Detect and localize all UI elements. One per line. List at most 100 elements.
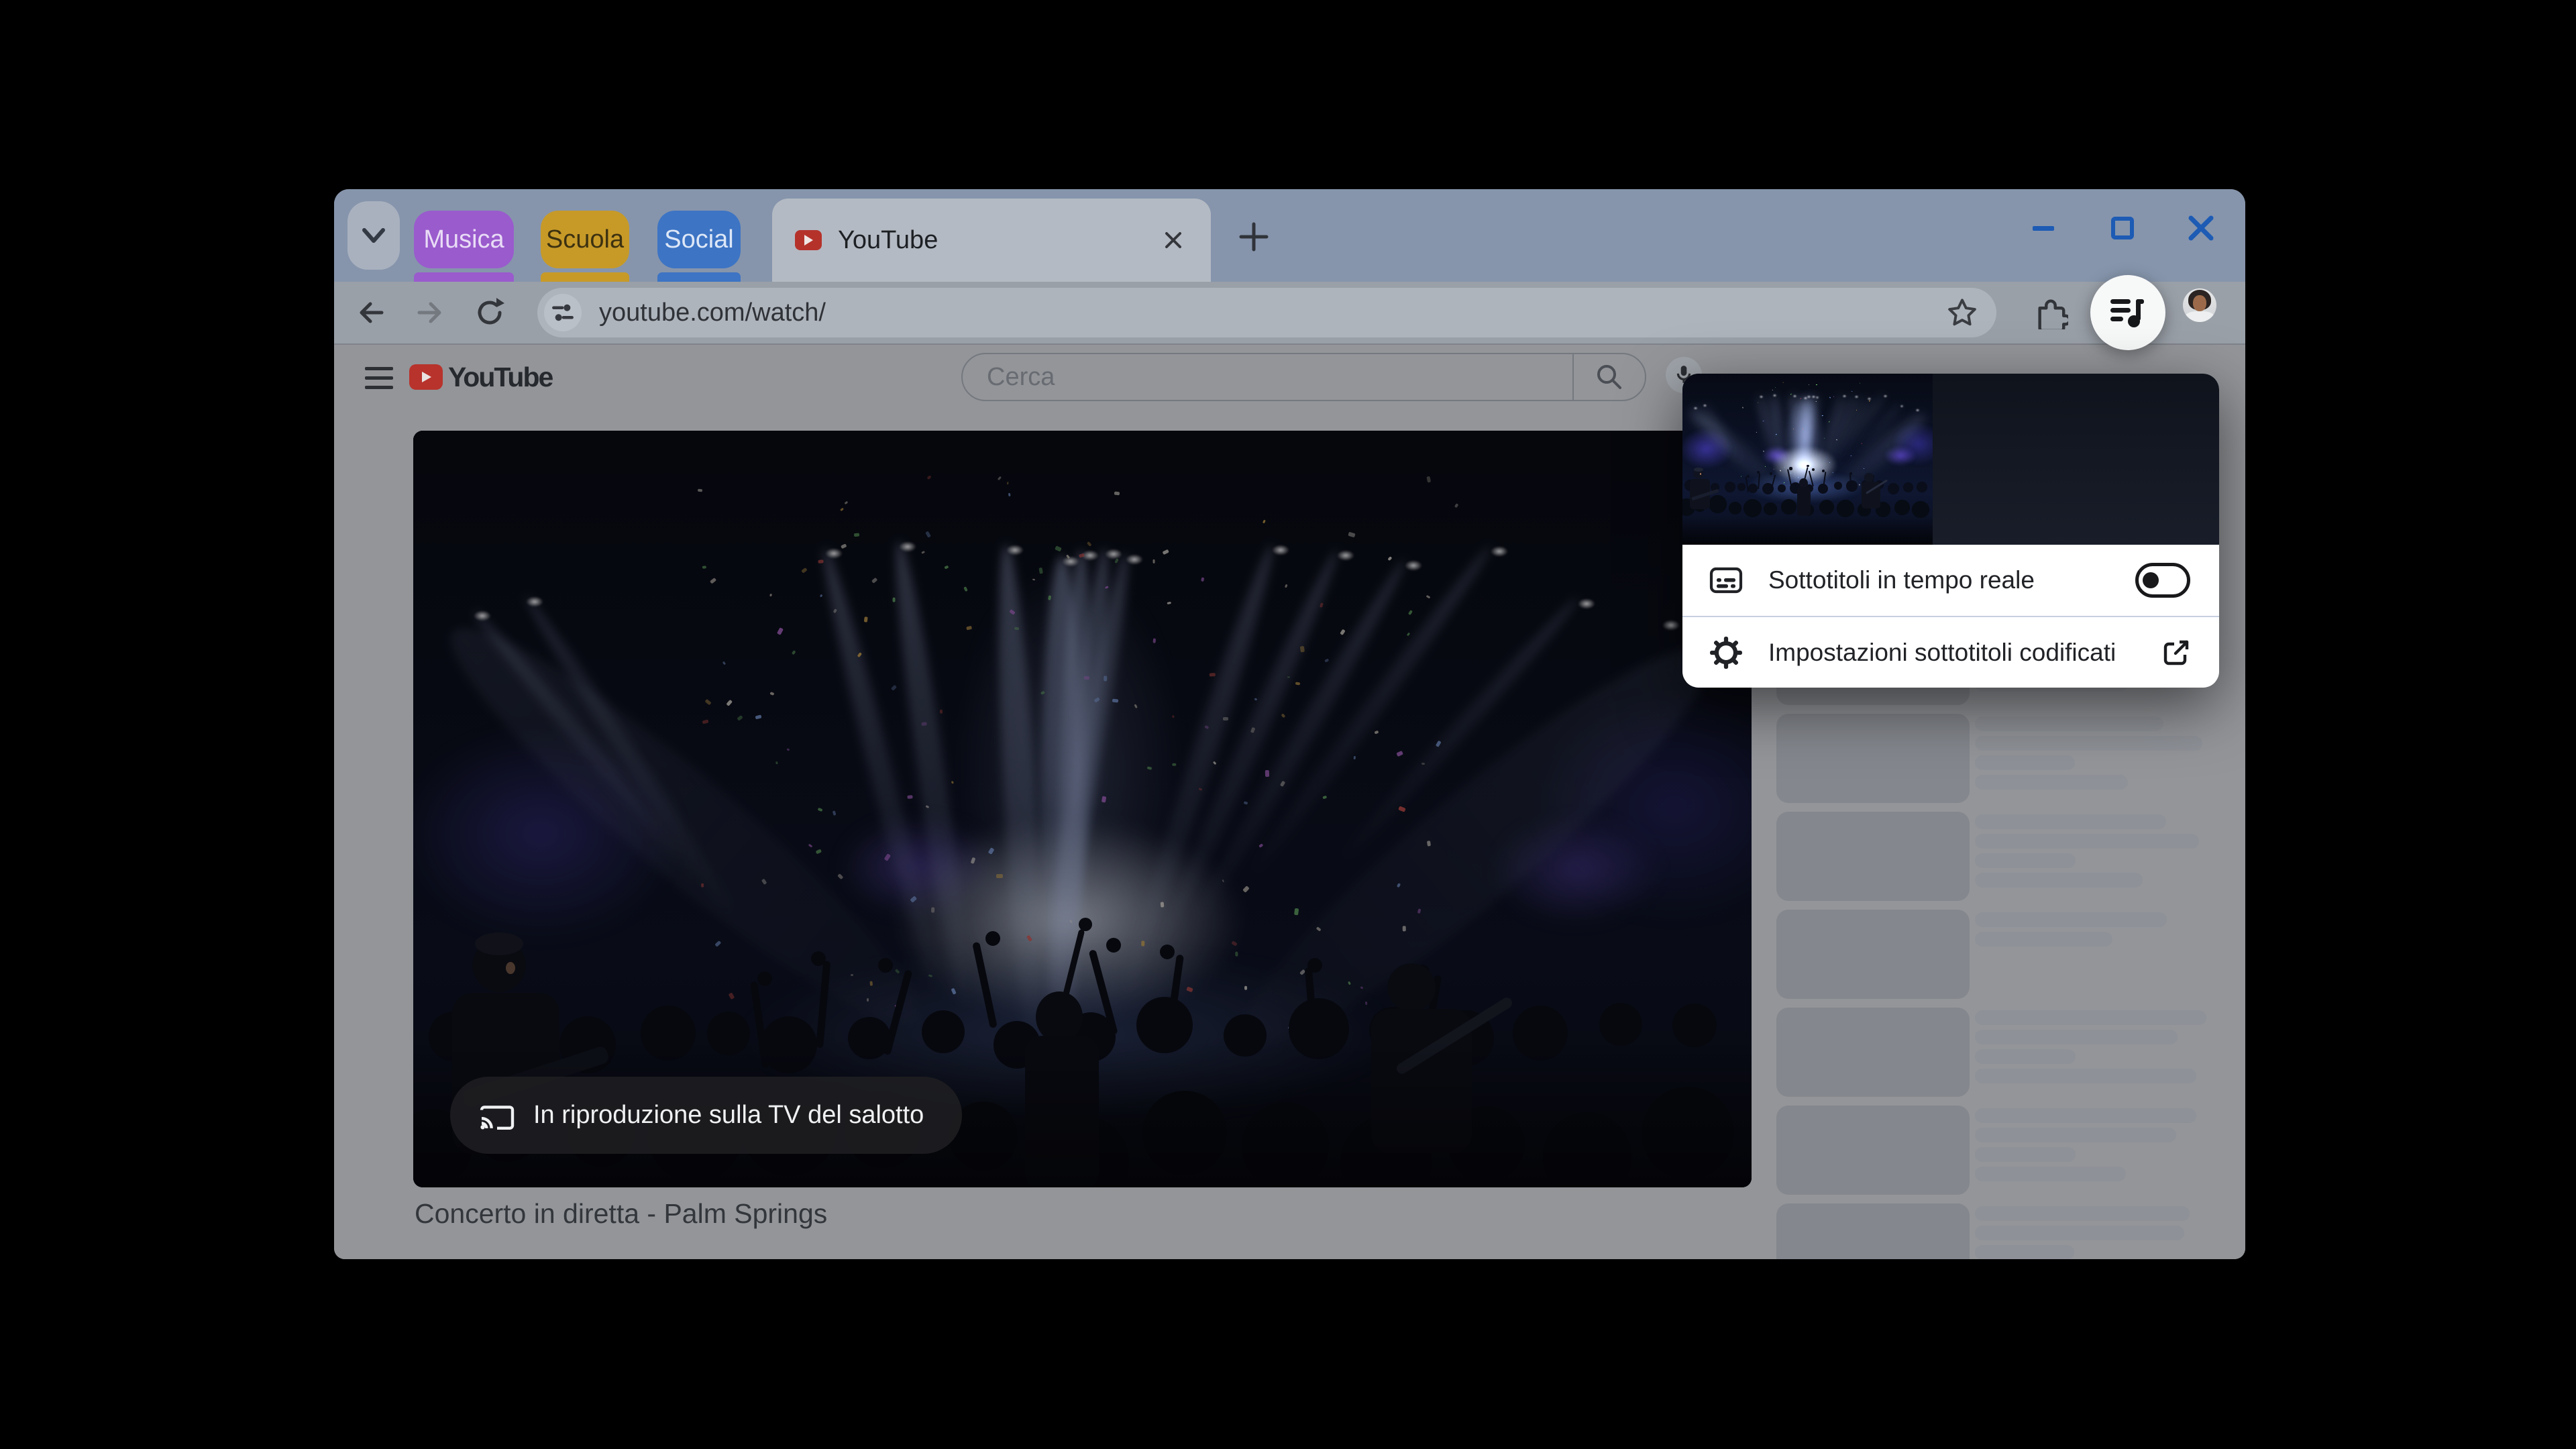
skeleton-text-line <box>1975 1167 2126 1181</box>
skeleton-text-line <box>1975 834 2199 849</box>
tab-group-label: Musica <box>423 225 504 254</box>
skeleton-thumbnail <box>1776 1203 1970 1259</box>
skeleton-text-line <box>1975 853 2076 868</box>
site-settings-button[interactable] <box>544 294 582 331</box>
screenshot-root: Musica Scuola Social YouTube youtube.com… <box>0 0 2576 1449</box>
skeleton-thumbnail <box>1776 1008 1970 1097</box>
skeleton-text-line <box>1975 755 2075 770</box>
forward-icon <box>417 302 441 323</box>
skeleton-text-line <box>1975 1128 2176 1142</box>
search-input[interactable] <box>985 362 1572 392</box>
extensions-icon <box>2038 299 2068 329</box>
live-captions-label: Sottotitoli in tempo reale <box>1768 566 2035 594</box>
skeleton-text-line <box>1975 912 2167 927</box>
tab-strip: Musica Scuola Social YouTube <box>334 189 2245 282</box>
media-session-card <box>1682 374 2219 545</box>
related-video-skeleton <box>1776 1106 2245 1203</box>
skeleton-text-line <box>1975 814 2166 829</box>
related-video-skeleton <box>1776 910 2245 1008</box>
skeleton-text-line <box>1975 1206 2190 1221</box>
youtube-logo-icon <box>409 364 443 390</box>
skeleton-thumbnail <box>1776 1106 1970 1195</box>
caption-settings-row[interactable]: Impostazioni sottotitoli codificati <box>1682 617 2219 688</box>
related-video-skeleton <box>1776 714 2245 812</box>
video-title: Concerto in diretta - Palm Springs <box>415 1198 828 1229</box>
window-close-button[interactable] <box>2182 209 2220 247</box>
skeleton-text-line <box>1975 1108 2196 1123</box>
tab-group-chip-musica[interactable]: Musica <box>414 211 514 268</box>
tab-title: YouTube <box>838 225 938 254</box>
youtube-logo[interactable]: YouTube <box>409 358 553 396</box>
skeleton-text-line <box>1975 716 2163 731</box>
tab-group-chip-social[interactable]: Social <box>657 211 741 268</box>
skeleton-text-line <box>1975 932 2112 947</box>
related-video-skeleton <box>1776 812 2245 910</box>
plus-icon <box>1239 222 1269 252</box>
settings-gear-icon <box>1709 636 1743 669</box>
live-captions-row[interactable]: Sottotitoli in tempo reale <box>1682 545 2219 617</box>
tab-group-label: Scuola <box>545 225 625 254</box>
close-icon <box>1165 232 1181 248</box>
tab-group-label: Social <box>664 225 734 254</box>
maximize-icon <box>2111 217 2134 239</box>
skeleton-text-line <box>1975 1226 2184 1240</box>
browser-toolbar: youtube.com/watch/ <box>334 275 2245 350</box>
tab-close-button[interactable] <box>1155 221 1192 259</box>
tab-group-chip-scuola[interactable]: Scuola <box>541 211 629 268</box>
playlist-music-icon <box>2110 299 2144 327</box>
avatar[interactable] <box>2183 288 2216 322</box>
cast-status-label: In riproduzione sulla TV del salotto <box>533 1101 924 1129</box>
skeleton-text-line <box>1975 1069 2196 1083</box>
tab-group-underline-musica <box>414 272 514 282</box>
live-captions-icon <box>1709 564 1743 596</box>
skeleton-text-line <box>1975 775 2128 790</box>
new-tab-button[interactable] <box>1233 216 1275 258</box>
avatar-face <box>2193 295 2206 311</box>
window-minimize-button[interactable] <box>2025 209 2062 247</box>
skeleton-thumbnail <box>1776 714 1970 803</box>
video-player[interactable]: In riproduzione sulla TV del salotto <box>413 431 1752 1187</box>
live-captions-toggle[interactable] <box>2135 563 2190 598</box>
cast-icon <box>480 1105 515 1130</box>
address-bar[interactable]: youtube.com/watch/ <box>537 288 1996 337</box>
back-icon <box>360 302 384 323</box>
skeleton-thumbnail <box>1776 910 1970 999</box>
browser-window: Musica Scuola Social YouTube youtube.com… <box>334 189 2245 1259</box>
avatar-shirt <box>2185 311 2214 322</box>
skeleton-text-line <box>1975 1010 2206 1025</box>
search-button[interactable] <box>1572 354 1645 400</box>
skeleton-thumbnail <box>1776 812 1970 901</box>
window-maximize-button[interactable] <box>2104 209 2141 247</box>
related-video-skeleton <box>1776 1203 2245 1259</box>
tab-group-underline-scuola <box>541 272 629 282</box>
close-icon <box>2188 215 2214 241</box>
tab-group-underline-social <box>657 272 741 282</box>
reload-button[interactable] <box>466 288 514 337</box>
chevron-down-icon <box>362 228 385 243</box>
open-in-new-icon <box>2160 637 2192 669</box>
tune-icon <box>552 304 574 321</box>
skeleton-text-line <box>1975 736 2202 751</box>
tab-search-button[interactable] <box>347 201 400 270</box>
cast-status-pill[interactable]: In riproduzione sulla TV del salotto <box>450 1077 962 1154</box>
youtube-wordmark: YouTube <box>448 361 553 392</box>
media-controls-button[interactable] <box>2090 275 2165 350</box>
skeleton-text-line <box>1975 1245 2074 1259</box>
reload-icon <box>478 298 504 325</box>
forward-button[interactable] <box>406 288 454 337</box>
skeleton-text-line <box>1975 1049 2076 1064</box>
star-icon <box>1948 299 1976 326</box>
back-button[interactable] <box>347 288 395 337</box>
minimize-icon <box>2033 226 2054 231</box>
related-video-skeleton <box>1776 1008 2245 1106</box>
bookmark-star-button[interactable] <box>1947 297 1978 328</box>
url-text: youtube.com/watch/ <box>599 298 826 327</box>
caption-settings-label: Impostazioni sottotitoli codificati <box>1768 639 2116 666</box>
extensions-button[interactable] <box>2027 288 2075 337</box>
skeleton-text-line <box>1975 1147 2076 1162</box>
search-icon <box>1597 365 1621 389</box>
youtube-menu-button[interactable] <box>358 358 400 397</box>
youtube-search-bar <box>961 353 1646 401</box>
tab-youtube[interactable]: YouTube <box>772 199 1211 282</box>
media-controls-popup: Sottotitoli in tempo reale Impostazioni … <box>1682 374 2219 688</box>
